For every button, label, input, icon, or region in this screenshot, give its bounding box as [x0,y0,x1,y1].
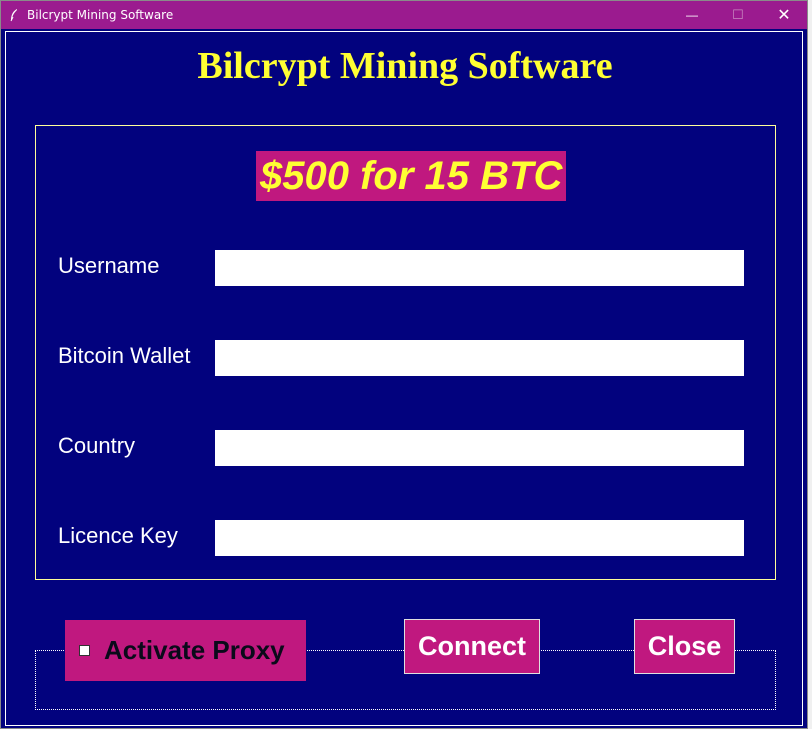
minimize-icon: — [686,8,698,22]
close-window-button[interactable]: ✕ [761,1,807,29]
country-field[interactable] [215,430,744,466]
licence-key-field[interactable] [215,520,744,556]
maximize-button[interactable]: ☐ [715,1,761,29]
connect-button[interactable]: Connect [404,619,540,674]
licence-key-label: Licence Key [58,523,178,548]
activate-proxy-checkbox[interactable]: Activate Proxy [65,620,306,681]
activate-proxy-label: Activate Proxy [104,635,285,665]
minimize-button[interactable]: — [669,1,715,29]
bitcoin-wallet-label: Bitcoin Wallet [58,343,191,368]
window-controls: — ☐ ✕ [669,1,807,29]
bitcoin-wallet-field[interactable] [215,340,744,376]
country-label: Country [58,433,136,458]
main-panel: Bilcrypt Mining Software $500 for 15 BTC… [5,31,803,726]
price-banner: $500 for 15 BTC [256,151,567,201]
close-button[interactable]: Close [634,619,735,674]
maximize-icon: ☐ [732,7,744,22]
title-bar[interactable]: Bilcrypt Mining Software — ☐ ✕ [1,1,807,29]
username-label: Username [58,253,160,278]
app-heading: Bilcrypt Mining Software [197,45,613,87]
app-window: Bilcrypt Mining Software — ☐ ✕ Bilcrypt … [0,0,808,729]
checkbox-icon[interactable] [79,645,90,656]
feather-icon [9,8,19,22]
form-frame: $500 for 15 BTC Username Bitcoin Wallet … [35,125,776,580]
username-field[interactable] [215,250,744,286]
close-icon: ✕ [777,7,791,24]
window-title: Bilcrypt Mining Software [27,8,174,22]
